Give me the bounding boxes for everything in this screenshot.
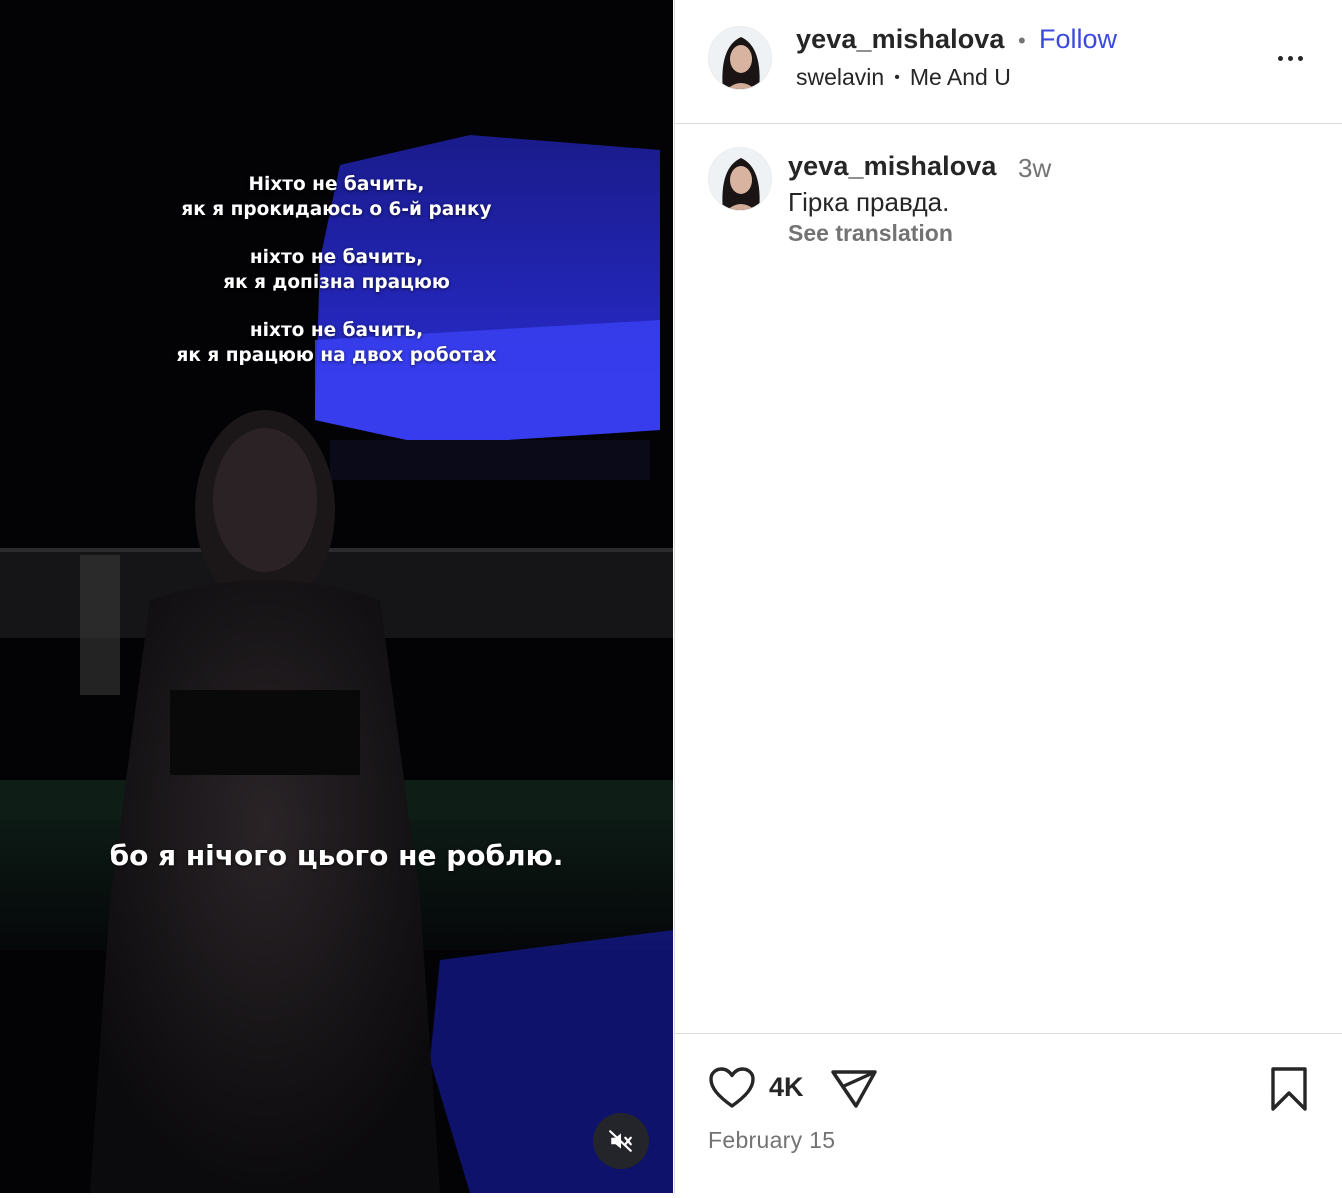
heart-icon[interactable] (708, 1066, 756, 1110)
avatar[interactable] (708, 26, 772, 90)
overlay-line: Ніхто не бачить, (248, 174, 425, 195)
header-username-link[interactable]: yeva_mishalova (796, 24, 1005, 55)
more-options-icon[interactable] (1270, 46, 1310, 70)
video-text-overlay: Ніхто не бачить, як я прокидаюсь о 6-й р… (0, 172, 673, 368)
page-bottom-edge (0, 1193, 1342, 1198)
bookmark-icon[interactable] (1269, 1066, 1309, 1112)
audio-track-link[interactable]: Me And U (910, 64, 1011, 91)
audio-artist-link[interactable]: swelavin (796, 64, 884, 91)
profile-photo (709, 148, 771, 210)
paper-plane-icon[interactable] (830, 1066, 878, 1110)
see-translation-link[interactable]: See translation (788, 220, 953, 247)
caption-text: Гірка правда. (788, 187, 950, 217)
separator-dot: • (1018, 28, 1026, 53)
post-date[interactable]: February 15 (708, 1127, 835, 1154)
post-details-panel: yeva_mishalova • Follow swelavin • Me An… (674, 0, 1342, 1193)
overlay-line: як я прокидаюсь о 6-й ранку (181, 199, 492, 220)
overlay-line: ніхто не бачить, (249, 320, 424, 341)
overlay-line: ніхто не бачить, (249, 247, 424, 268)
avatar[interactable] (708, 147, 772, 211)
likes-count[interactable]: 4K (769, 1072, 804, 1103)
post-actions-bar: 4K February 15 (675, 1033, 1342, 1193)
profile-photo (709, 27, 771, 89)
speaker-muted-icon (609, 1130, 632, 1152)
audio-attribution[interactable]: swelavin • Me And U (796, 64, 1011, 91)
reel-video[interactable]: Ніхто не бачить, як я прокидаюсь о 6-й р… (0, 0, 673, 1193)
mute-toggle-button[interactable] (593, 1113, 649, 1169)
follow-button[interactable]: Follow (1039, 24, 1117, 55)
caption-username-link[interactable]: yeva_mishalova (788, 151, 997, 182)
post-header: yeva_mishalova • Follow swelavin • Me An… (675, 0, 1342, 124)
post-time-ago[interactable]: 3w (1018, 153, 1051, 184)
separator-dot: • (894, 68, 900, 86)
overlay-line: як я допізна працюю (223, 272, 450, 293)
video-text-overlay-bottom: бо я нічого цього не роблю. (109, 839, 564, 872)
overlay-line: як я працюю на двох роботах (176, 345, 497, 366)
